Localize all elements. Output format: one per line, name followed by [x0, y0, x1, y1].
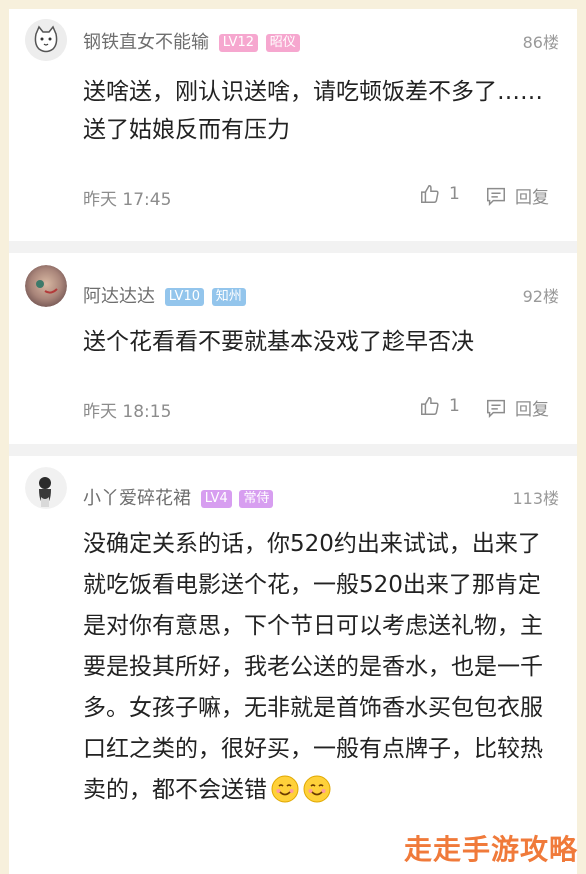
- comment-icon: [487, 399, 505, 418]
- comment-list: 钢铁直女不能输 LV12 昭仪 86楼 送啥送，刚认识送啥，请吃顿饭差不多了………: [9, 9, 577, 874]
- like-button[interactable]: 1: [419, 395, 460, 417]
- watermark: 走走手游攻略: [403, 833, 578, 866]
- username[interactable]: 阿达达达 LV10 知州: [83, 282, 246, 308]
- floor-number: 86楼: [522, 33, 559, 52]
- title-badge: 昭仪: [265, 34, 300, 52]
- avatar[interactable]: [25, 19, 67, 61]
- like-count: 1: [449, 396, 460, 416]
- comment-text: 没确定关系的话，你520约出来试试，出来了就吃饭看电影送个花，一般520出来了那…: [83, 524, 553, 811]
- reply-button[interactable]: 回复: [485, 395, 549, 420]
- floor-number: 113楼: [512, 489, 559, 508]
- smiling-face-icon: [271, 775, 299, 803]
- title-badge: 知州: [211, 288, 246, 306]
- smiling-face-icon: [303, 775, 331, 803]
- avatar[interactable]: [25, 265, 67, 307]
- comment-text: 送啥送，刚认识送啥，请吃顿饭差不多了……送了姑娘反而有压力: [83, 79, 543, 143]
- comment-text: 送个花看看不要就基本没戏了趁早否决: [83, 329, 474, 355]
- reply-button[interactable]: 回复: [485, 183, 549, 208]
- reply-label: 回复: [515, 188, 549, 208]
- like-button[interactable]: 1: [419, 183, 460, 205]
- avatar[interactable]: [25, 467, 67, 509]
- comment-card: 小丫爱碎花裙 LV4 常侍 113楼 没确定关系的话，你520约出来试试，出来了…: [9, 456, 577, 874]
- like-count: 1: [449, 184, 460, 204]
- level-badge: LV4: [200, 490, 232, 508]
- divider: [9, 444, 577, 456]
- timestamp: 昨天 17:45: [83, 190, 172, 210]
- reply-label: 回复: [515, 400, 549, 420]
- username-text: 小丫爱碎花裙: [83, 488, 191, 509]
- comment-text-body: 没确定关系的话，你520约出来试试，出来了就吃饭看电影送个花，一般520出来了那…: [83, 531, 543, 803]
- floor-number: 92楼: [522, 287, 559, 306]
- username-text: 钢铁直女不能输: [83, 32, 209, 53]
- username[interactable]: 小丫爱碎花裙 LV4 常侍: [83, 484, 274, 510]
- username[interactable]: 钢铁直女不能输 LV12 昭仪: [83, 28, 300, 54]
- comment-card: 阿达达达 LV10 知州 92楼 送个花看看不要就基本没戏了趁早否决 昨天 18…: [9, 253, 577, 444]
- title-badge: 常侍: [239, 490, 274, 508]
- thumbs-up-icon: [421, 397, 439, 415]
- comment-card: 钢铁直女不能输 LV12 昭仪 86楼 送啥送，刚认识送啥，请吃顿饭差不多了………: [9, 9, 577, 241]
- username-text: 阿达达达: [83, 286, 155, 307]
- level-badge: LV10: [164, 288, 204, 306]
- timestamp: 昨天 18:15: [83, 402, 172, 422]
- divider: [9, 241, 577, 253]
- level-badge: LV12: [218, 34, 258, 52]
- thumbs-up-icon: [421, 185, 439, 203]
- comment-icon: [487, 187, 505, 206]
